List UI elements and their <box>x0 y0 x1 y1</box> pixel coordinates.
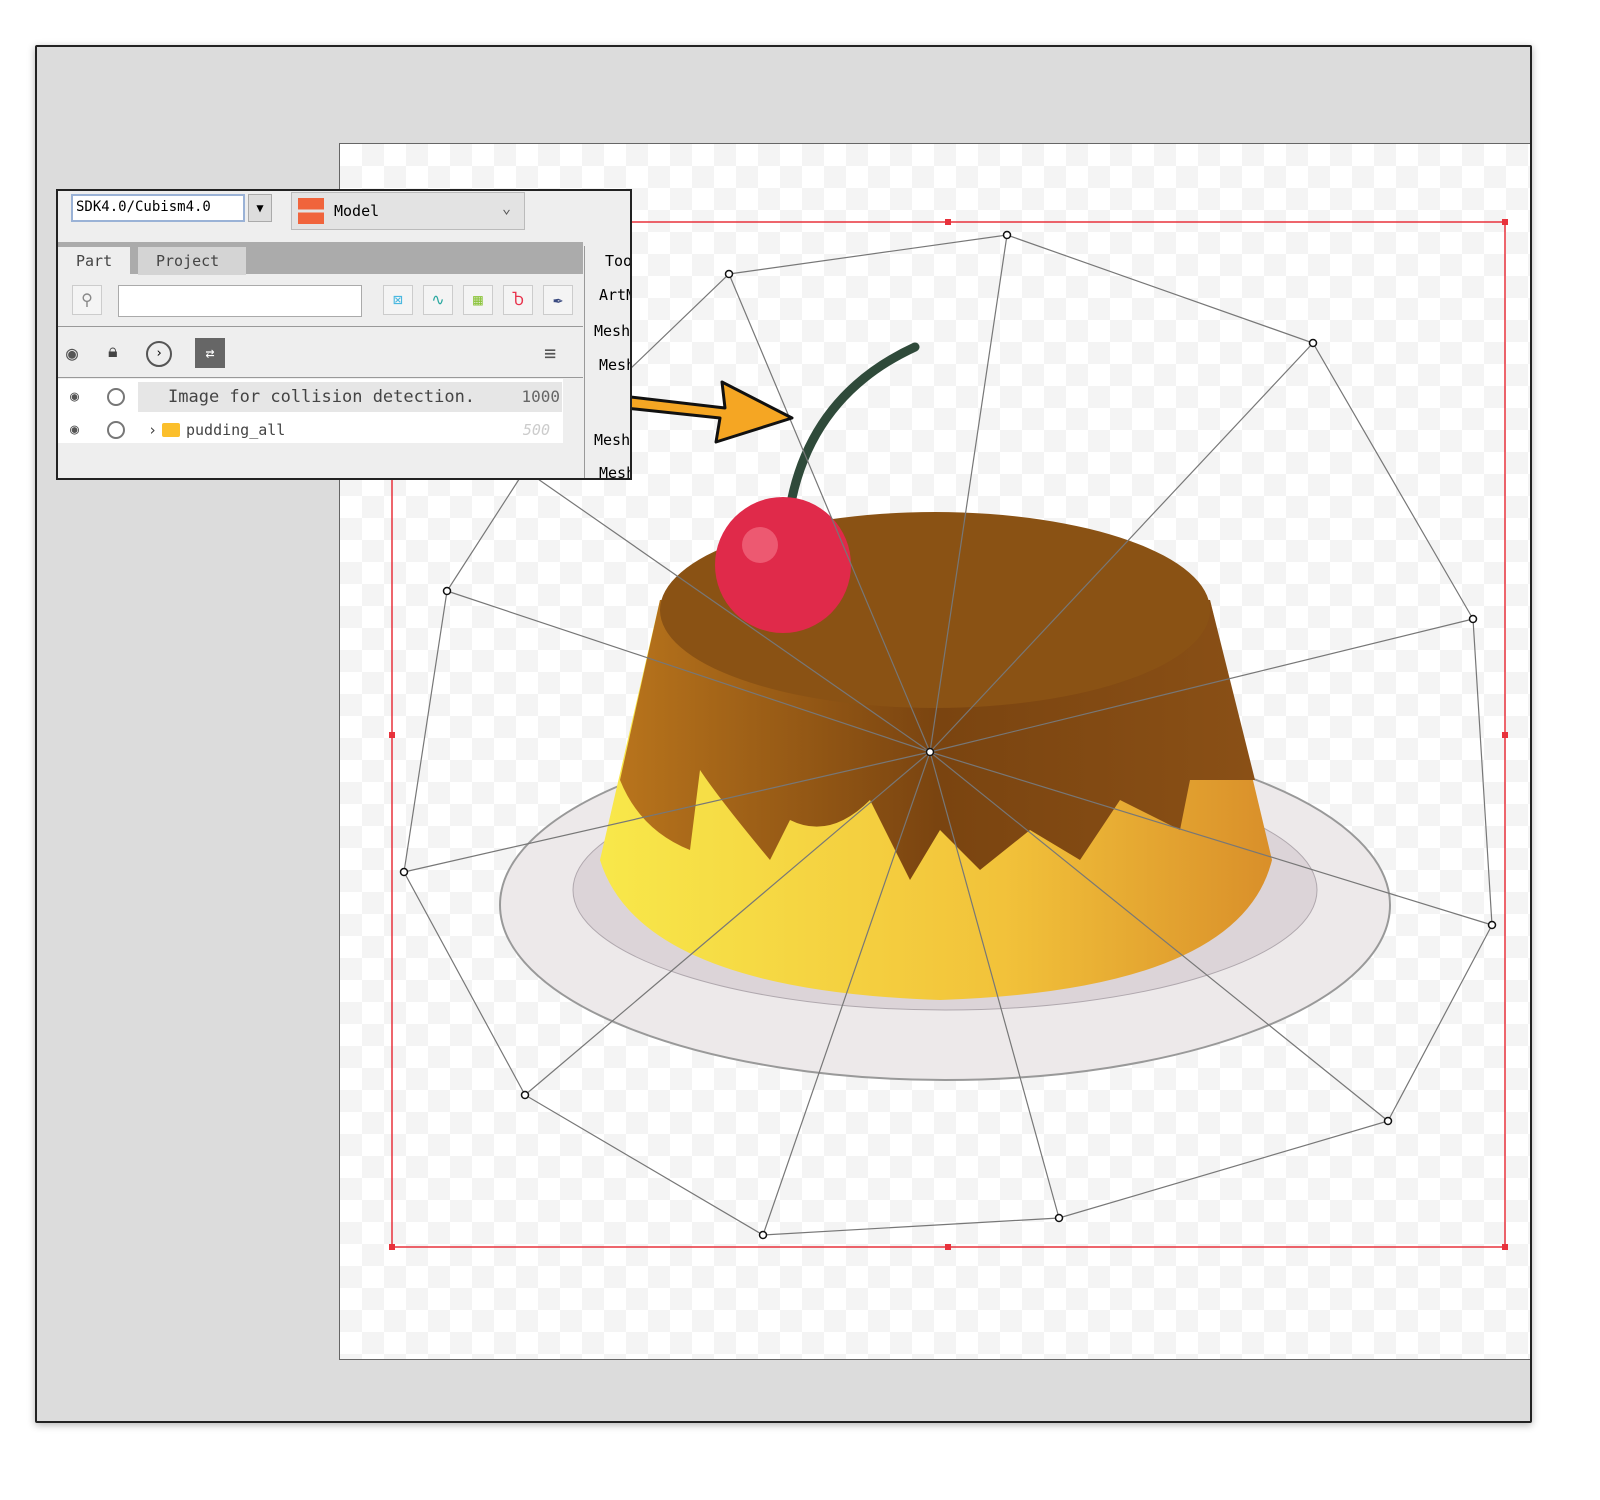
tab-project[interactable]: Project <box>138 247 246 275</box>
tool-details-panel: Too ArtM Mesh Mesh Mesh Mesh <box>584 246 630 478</box>
tool-item[interactable]: Mesh <box>594 431 630 449</box>
part-palette: SDK4.0/Cubism4.0 ▼ Model ⌄ Part Project … <box>56 189 632 480</box>
control-point[interactable] <box>1054 1213 1064 1223</box>
divider <box>58 377 583 378</box>
model-icon <box>298 198 324 224</box>
model-label: Model <box>334 202 380 220</box>
tab-part[interactable]: Part <box>58 247 131 275</box>
control-point[interactable] <box>1468 614 1478 624</box>
tool-item[interactable]: ArtM <box>599 286 630 304</box>
model-selector[interactable]: Model ⌄ <box>291 192 525 230</box>
part-name: Image for collision detection. <box>168 387 476 407</box>
tool-item[interactable]: Mesh <box>599 464 630 478</box>
search-toggle-icon[interactable]: ⚲ <box>72 285 102 315</box>
part-row[interactable]: Image for collision detection. 1000 <box>138 382 562 412</box>
control-point[interactable] <box>1383 1116 1393 1126</box>
chevron-circle-icon[interactable]: › <box>146 341 172 367</box>
sdk-version-field[interactable]: SDK4.0/Cubism4.0 <box>71 194 245 222</box>
part-row[interactable]: › pudding_all 500 <box>138 415 562 445</box>
part-name: pudding_all <box>186 421 286 439</box>
row-select-radio[interactable] <box>107 421 125 439</box>
tab-tool[interactable]: Too <box>605 252 630 270</box>
eye-icon[interactable]: ◉ <box>66 341 78 365</box>
control-point[interactable] <box>1308 338 1318 348</box>
control-point[interactable] <box>520 1090 530 1100</box>
row-visibility-eye-icon[interactable]: ◉ <box>70 420 79 438</box>
divider <box>58 326 583 327</box>
sdk-dropdown-button[interactable]: ▼ <box>248 194 272 222</box>
row-select-radio[interactable] <box>107 388 125 406</box>
tab-bar <box>58 242 583 274</box>
pen-icon[interactable]: ✒ <box>543 285 573 315</box>
tool-item[interactable]: Mesh <box>594 322 630 340</box>
tool-item[interactable]: Mesh <box>599 356 630 374</box>
curve-icon[interactable]: ∿ <box>423 285 453 315</box>
control-point[interactable] <box>442 586 452 596</box>
control-point[interactable] <box>1487 920 1497 930</box>
deformer-select-icon[interactable]: ⊠ <box>383 285 413 315</box>
row-visibility-eye-icon[interactable]: ◉ <box>70 387 79 405</box>
control-point[interactable] <box>399 867 409 877</box>
chevron-down-icon: ⌄ <box>502 199 512 217</box>
folder-icon <box>162 423 180 437</box>
menu-icon[interactable]: ≡ <box>544 341 556 365</box>
control-point[interactable] <box>758 1230 768 1240</box>
pudding <box>600 512 1272 1000</box>
rotation-icon[interactable]: Ⴆ <box>503 285 533 315</box>
search-input[interactable] <box>118 285 362 317</box>
lock-icon[interactable]: 🔒︎ <box>108 341 118 362</box>
draw-order: 1000 <box>521 387 560 406</box>
control-point[interactable] <box>1002 230 1012 240</box>
draw-order: 500 <box>522 421 550 439</box>
warp-grid-icon[interactable]: ▦ <box>463 285 493 315</box>
center-control-point[interactable] <box>925 747 935 757</box>
control-point[interactable] <box>724 269 734 279</box>
swap-icon[interactable]: ⇄ <box>195 338 225 368</box>
expand-chevron-icon[interactable]: › <box>148 415 157 445</box>
